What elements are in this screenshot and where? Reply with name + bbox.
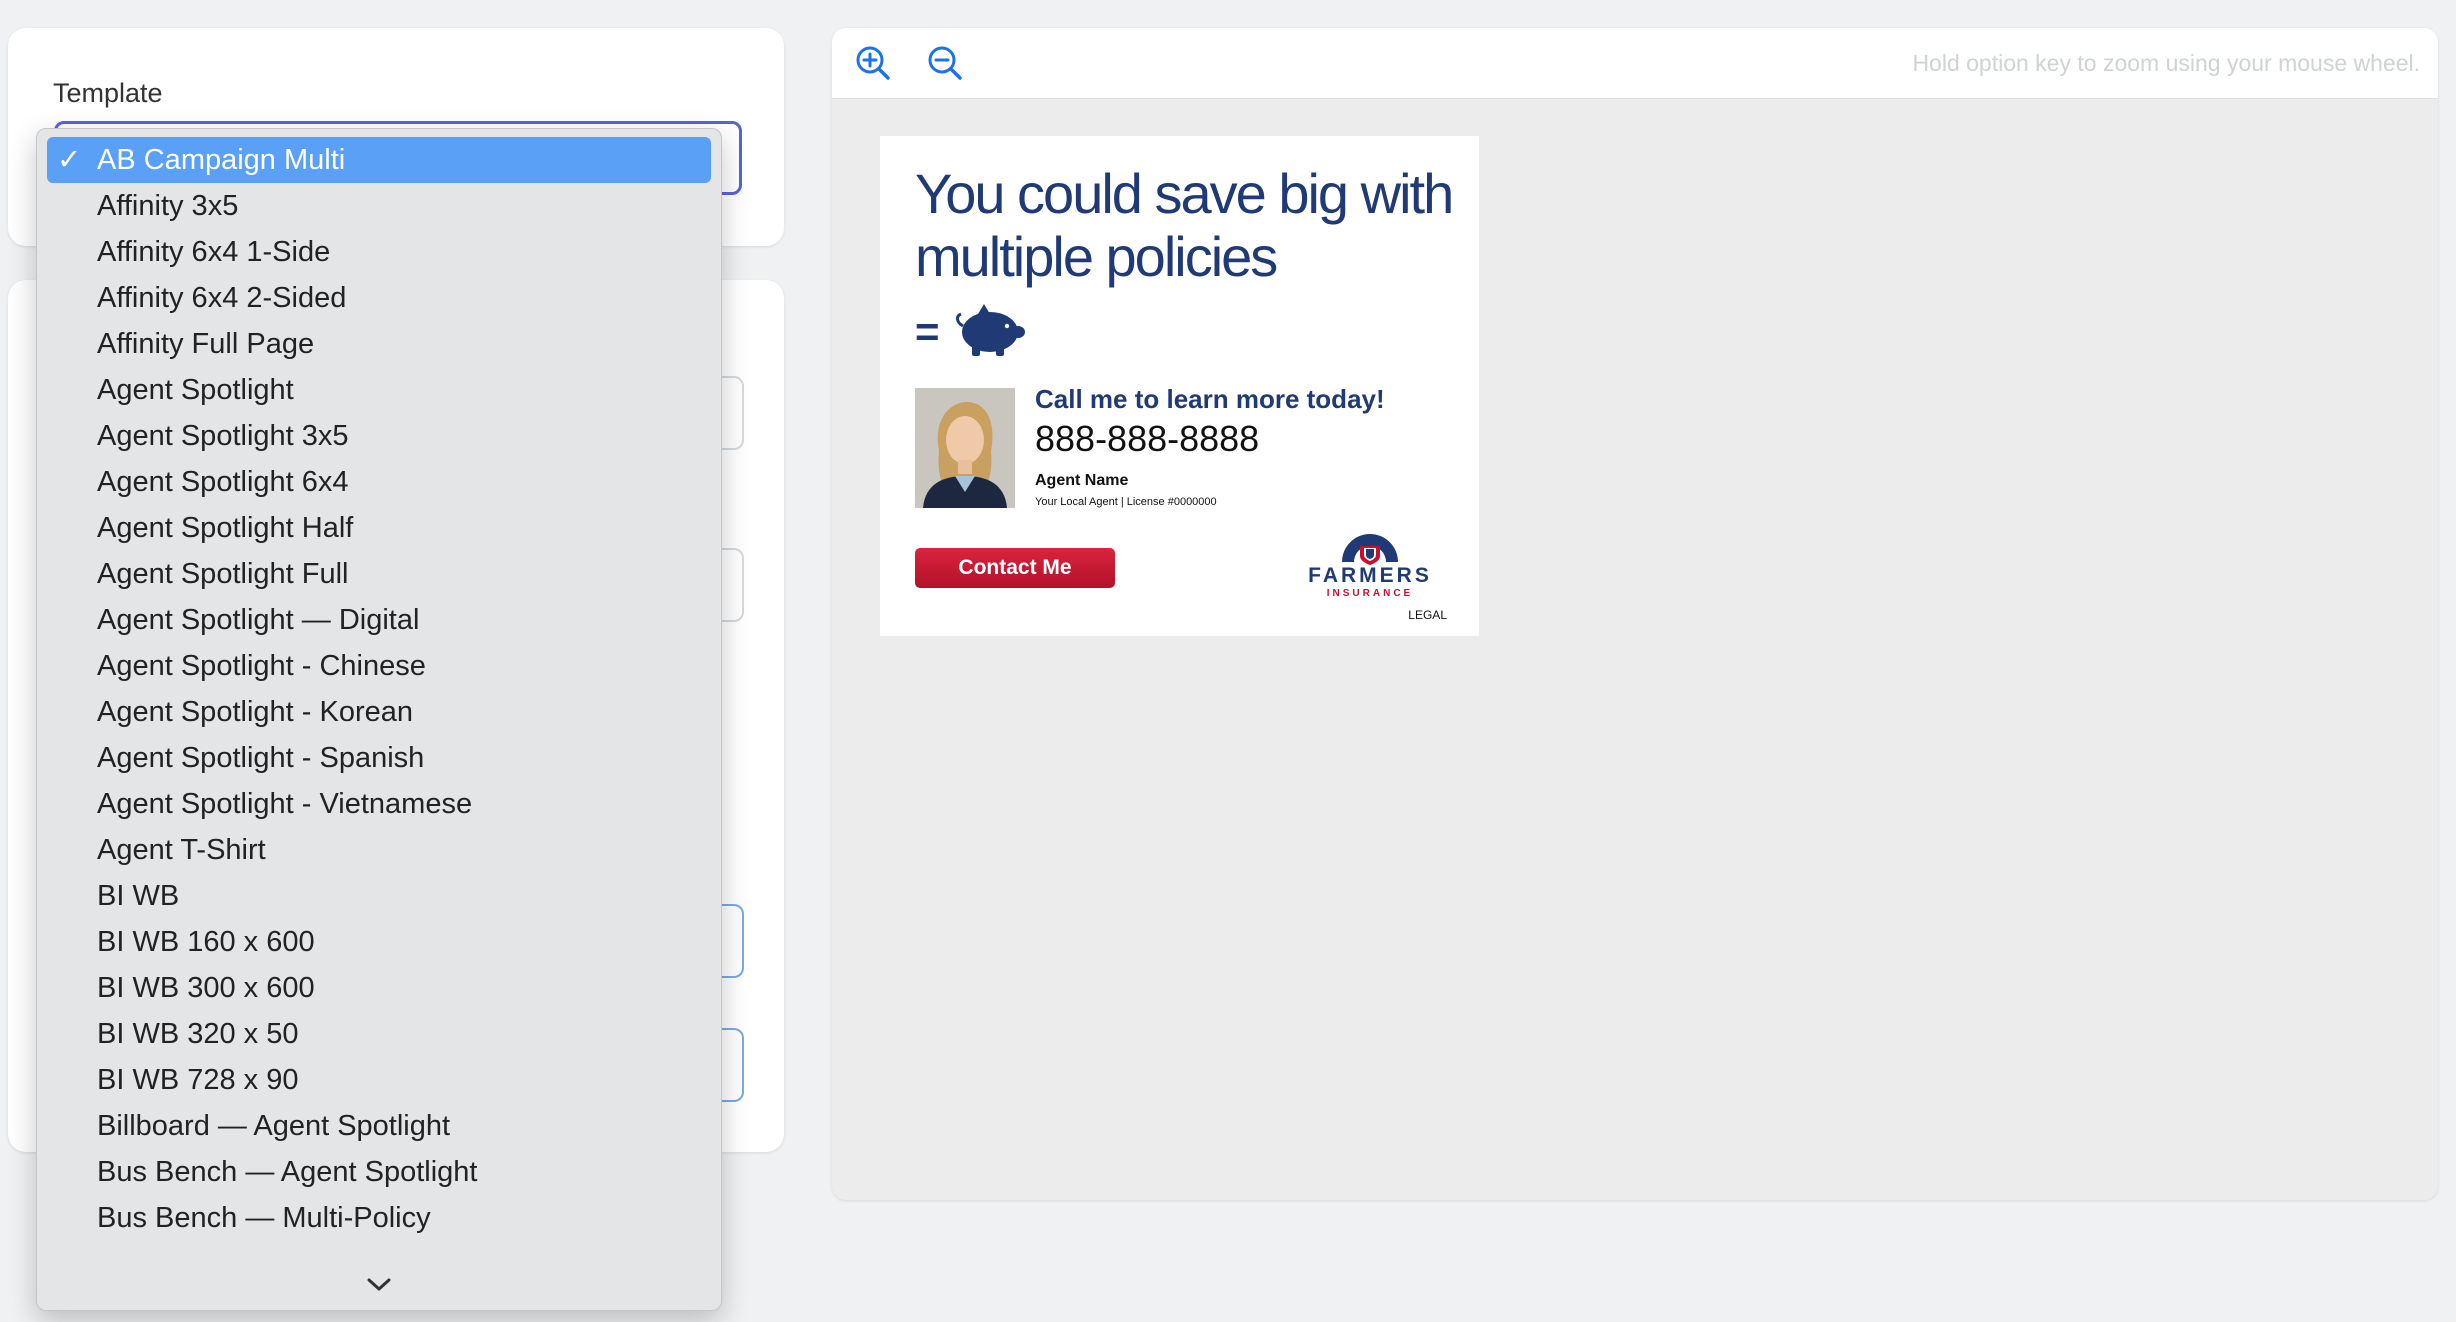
zoom-hint: Hold option key to zoom using your mouse… <box>1912 50 2420 76</box>
dropdown-option[interactable]: Bus Bench — Multi-Policy <box>47 1195 711 1241</box>
dropdown-option[interactable]: Agent Spotlight - Spanish <box>47 735 711 781</box>
dropdown-option[interactable]: Affinity Full Page <box>47 321 711 367</box>
dropdown-option[interactable]: BI WB 300 x 600 <box>47 965 711 1011</box>
dropdown-options: ✓ AB Campaign Multi Affinity 3x5 Affinity 6… <box>37 137 721 1252</box>
dropdown-option[interactable]: Agent Spotlight <box>47 367 711 413</box>
cta-title: Call me to learn more today! <box>1035 384 1385 414</box>
dropdown-option[interactable]: Agent Spotlight Half <box>47 505 711 551</box>
dropdown-option-label: Billboard — Agent Spotlight <box>97 1110 451 1142</box>
dropdown-option-label: Affinity Full Page <box>97 328 315 360</box>
dropdown-option[interactable]: Agent Spotlight Full <box>47 551 711 597</box>
dropdown-option-label: Agent Spotlight 6x4 <box>97 466 349 498</box>
dropdown-option[interactable]: Agent Spotlight 3x5 <box>47 413 711 459</box>
dropdown-option-label: AB Campaign Multi <box>97 144 346 176</box>
dropdown-option[interactable]: Affinity 6x4 1-Side <box>47 229 711 275</box>
dropdown-option-label: BI WB 728 x 90 <box>97 1064 299 1096</box>
dropdown-option-label: Bus Bench — Multi-Policy <box>97 1202 431 1234</box>
dropdown-option-label: BI WB 320 x 50 <box>97 1018 299 1050</box>
agent-phone: 888-888-8888 <box>1035 418 1260 459</box>
dropdown-option-label: Affinity 6x4 2-Sided <box>97 282 347 314</box>
dropdown-option-label: Agent Spotlight - Vietnamese <box>97 788 473 820</box>
dropdown-option-label: BI WB 300 x 600 <box>97 972 315 1004</box>
equals-sign: = <box>915 308 940 355</box>
template-dropdown-list[interactable]: ✓ AB Campaign Multi Affinity 3x5 Affinity 6… <box>36 128 722 1311</box>
dropdown-option-label: Agent Spotlight 3x5 <box>97 420 349 452</box>
dropdown-option[interactable]: Agent Spotlight - Chinese <box>47 643 711 689</box>
agent-photo <box>915 388 1015 508</box>
legal-link[interactable]: LEGAL <box>1408 608 1447 622</box>
dropdown-option[interactable]: Billboard — Agent Spotlight <box>47 1103 711 1149</box>
dropdown-option[interactable]: BI WB <box>47 873 711 919</box>
logo-subtitle: INSURANCE <box>1326 588 1414 599</box>
dropdown-option-label: Agent T-Shirt <box>97 834 266 866</box>
dropdown-option-label: Agent Spotlight — Digital <box>97 604 420 636</box>
preview-toolbar: Hold option key to zoom using your mouse… <box>832 28 2438 99</box>
dropdown-option[interactable]: ✓ AB Campaign Multi <box>47 137 711 183</box>
zoom-out-icon[interactable] <box>924 42 966 84</box>
piggy-bank-icon <box>952 302 1026 363</box>
dropdown-option-label: Agent Spotlight Full <box>97 558 349 590</box>
dropdown-option[interactable]: Agent T-Shirt <box>47 827 711 873</box>
dropdown-option-label: BI WB 160 x 600 <box>97 926 315 958</box>
dropdown-option-label: Agent Spotlight <box>97 374 294 406</box>
ad-headline: You could save big with multiple policie… <box>915 162 1454 288</box>
dropdown-option-label: Agent Spotlight - Chinese <box>97 650 426 682</box>
dropdown-option[interactable]: BI WB 160 x 600 <box>47 919 711 965</box>
agent-license: Your Local Agent | License #0000000 <box>1035 496 1217 508</box>
template-label: Template <box>53 78 163 108</box>
dropdown-option-label: Affinity 6x4 1-Side <box>97 236 331 268</box>
dropdown-option-label: Bus Bench — Agent Spotlight <box>97 1156 478 1188</box>
dropdown-option-label: Agent Spotlight Half <box>97 512 354 544</box>
farmers-logo: FARMERS INSURANCE <box>1300 522 1440 602</box>
contact-me-button[interactable]: Contact Me <box>915 548 1115 588</box>
zoom-in-icon[interactable] <box>852 42 894 84</box>
dropdown-option[interactable]: Bus Shelter — Agent Spotlight <box>47 1241 711 1252</box>
dropdown-option[interactable]: BI WB 320 x 50 <box>47 1011 711 1057</box>
dropdown-option[interactable]: Agent Spotlight — Digital <box>47 597 711 643</box>
dropdown-option[interactable]: Agent Spotlight - Vietnamese <box>47 781 711 827</box>
dropdown-option-label: Agent Spotlight - Korean <box>97 696 413 728</box>
agent-name: Agent Name <box>1035 472 1129 489</box>
dropdown-option[interactable]: Bus Bench — Agent Spotlight <box>47 1149 711 1195</box>
dropdown-option[interactable]: Affinity 6x4 2-Sided <box>47 275 711 321</box>
dropdown-option[interactable]: Agent Spotlight - Korean <box>47 689 711 735</box>
dropdown-option[interactable]: Agent Spotlight 6x4 <box>47 459 711 505</box>
dropdown-option[interactable]: BI WB 728 x 90 <box>47 1057 711 1103</box>
ad-preview: You could save big with multiple policie… <box>880 136 1479 636</box>
dropdown-option-label: Affinity 3x5 <box>97 190 239 222</box>
dropdown-option-label: Agent Spotlight - Spanish <box>97 742 425 774</box>
dropdown-option-label: Bus Shelter — Agent Spotlight <box>97 1248 487 1252</box>
checkmark-icon: ✓ <box>57 144 82 176</box>
chevron-down-icon[interactable] <box>37 1272 721 1300</box>
logo-wordmark: FARMERS <box>1308 564 1432 587</box>
dropdown-option-label: BI WB <box>97 880 180 912</box>
dropdown-option[interactable]: Affinity 3x5 <box>47 183 711 229</box>
